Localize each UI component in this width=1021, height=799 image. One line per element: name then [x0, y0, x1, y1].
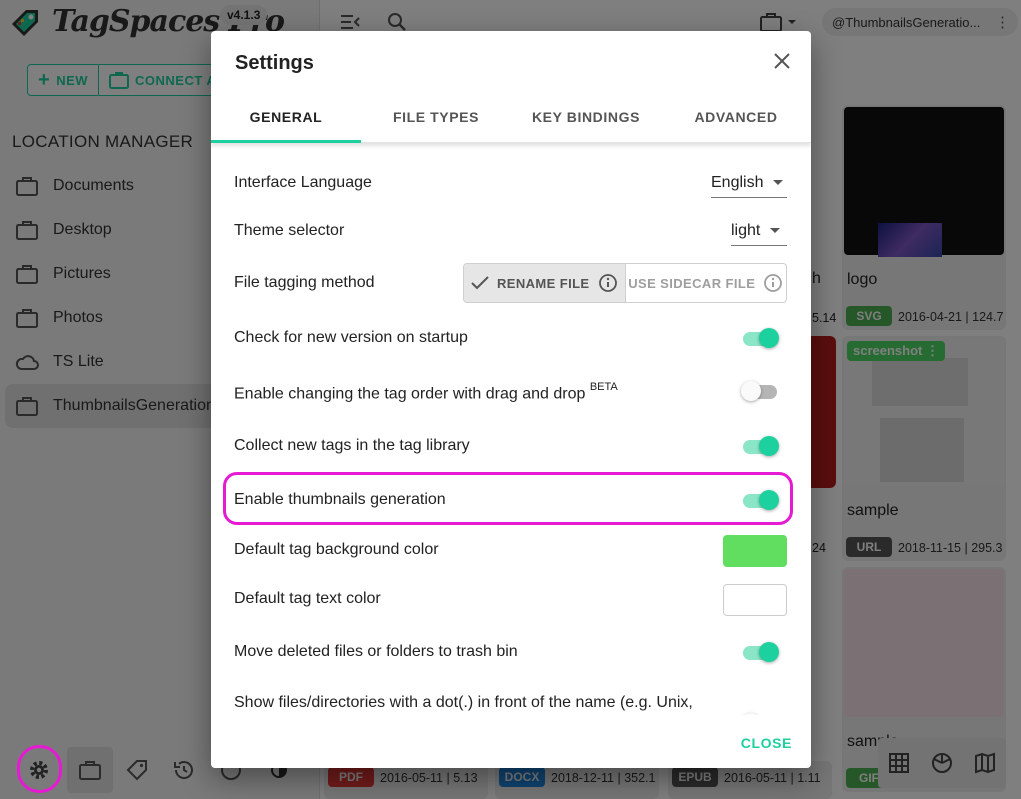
info-icon[interactable]: [598, 273, 618, 293]
tag-text-color-swatch[interactable]: [723, 584, 787, 616]
collect-tags-switch[interactable]: [741, 435, 779, 457]
tag-background-color-swatch[interactable]: [723, 535, 787, 567]
dialog-title: Settings: [235, 52, 314, 74]
use-sidecar-file-option[interactable]: USE SIDECAR FILE: [626, 264, 787, 302]
setting-theme-selector: Theme selector light: [234, 216, 787, 246]
dropdown-arrow-icon: [773, 180, 784, 185]
setting-show-dotfiles: Show files/directories with a dot(.) in …: [234, 692, 787, 715]
setting-label: Check for new version on startup: [234, 329, 468, 346]
switch-thumb: [741, 713, 761, 715]
setting-label: Enable changing the tag order with drag …: [234, 381, 618, 403]
setting-label: Move deleted files or folders to trash b…: [234, 643, 518, 660]
rename-file-option[interactable]: RENAME FILE: [464, 264, 626, 302]
tag-order-label: Enable changing the tag order with drag …: [234, 385, 586, 403]
setting-label: Collect new tags in the tag library: [234, 437, 470, 454]
settings-list: Interface Language English Theme selecto…: [211, 143, 811, 715]
setting-check-new-version: Check for new version on startup: [234, 327, 787, 349]
tab-general[interactable]: GENERAL: [211, 91, 361, 143]
language-select-value: English: [711, 173, 764, 191]
setting-interface-language: Interface Language English: [234, 168, 787, 198]
beta-badge: BETA: [589, 381, 618, 393]
setting-label: Default tag background color: [234, 541, 439, 558]
tag-order-switch[interactable]: [741, 380, 779, 402]
rename-file-label: RENAME FILE: [496, 275, 590, 291]
use-sidecar-file-label: USE SIDECAR FILE: [628, 275, 756, 291]
check-icon: [471, 276, 489, 290]
setting-default-tag-background-color: Default tag background color: [234, 535, 787, 567]
highlight-ring-settings: [17, 745, 62, 793]
theme-select-value: light: [731, 221, 761, 239]
setting-collect-new-tags: Collect new tags in the tag library: [234, 435, 787, 457]
dropdown-arrow-icon: [770, 228, 781, 233]
switch-thumb: [759, 436, 779, 456]
setting-label: Theme selector: [234, 222, 345, 239]
info-icon[interactable]: [763, 273, 783, 293]
switch-thumb: [759, 642, 779, 662]
setting-label: File tagging method: [234, 274, 375, 291]
close-icon[interactable]: [771, 50, 793, 72]
switch-thumb: [759, 328, 779, 348]
switch-thumb: [741, 381, 761, 401]
settings-tabs: GENERAL FILE TYPES KEY BINDINGS ADVANCED: [211, 91, 811, 143]
settings-dialog: Settings GENERAL FILE TYPES KEY BINDINGS…: [211, 31, 811, 768]
tagging-method-toggle: RENAME FILE USE SIDECAR FILE: [463, 263, 787, 303]
setting-default-tag-text-color: Default tag text color: [234, 584, 787, 616]
setting-tag-order-drag-drop: Enable changing the tag order with drag …: [234, 380, 787, 402]
tab-file-types[interactable]: FILE TYPES: [361, 91, 511, 142]
theme-select[interactable]: light: [731, 216, 787, 246]
language-select[interactable]: English: [711, 168, 787, 198]
setting-file-tagging-method: File tagging method RENAME FILE USE SIDE…: [234, 263, 787, 303]
highlight-ring-thumbnails: [223, 472, 793, 525]
setting-label: Interface Language: [234, 174, 372, 191]
check-version-switch[interactable]: [741, 327, 779, 349]
close-button[interactable]: CLOSE: [741, 735, 792, 751]
tab-key-bindings[interactable]: KEY BINDINGS: [511, 91, 661, 142]
setting-label: Default tag text color: [234, 590, 381, 607]
setting-label: Show files/directories with a dot(.) in …: [234, 694, 693, 711]
move-to-trash-switch[interactable]: [741, 641, 779, 663]
setting-move-to-trash: Move deleted files or folders to trash b…: [234, 641, 787, 663]
tab-advanced[interactable]: ADVANCED: [661, 91, 811, 142]
show-dotfiles-switch[interactable]: [741, 712, 779, 715]
